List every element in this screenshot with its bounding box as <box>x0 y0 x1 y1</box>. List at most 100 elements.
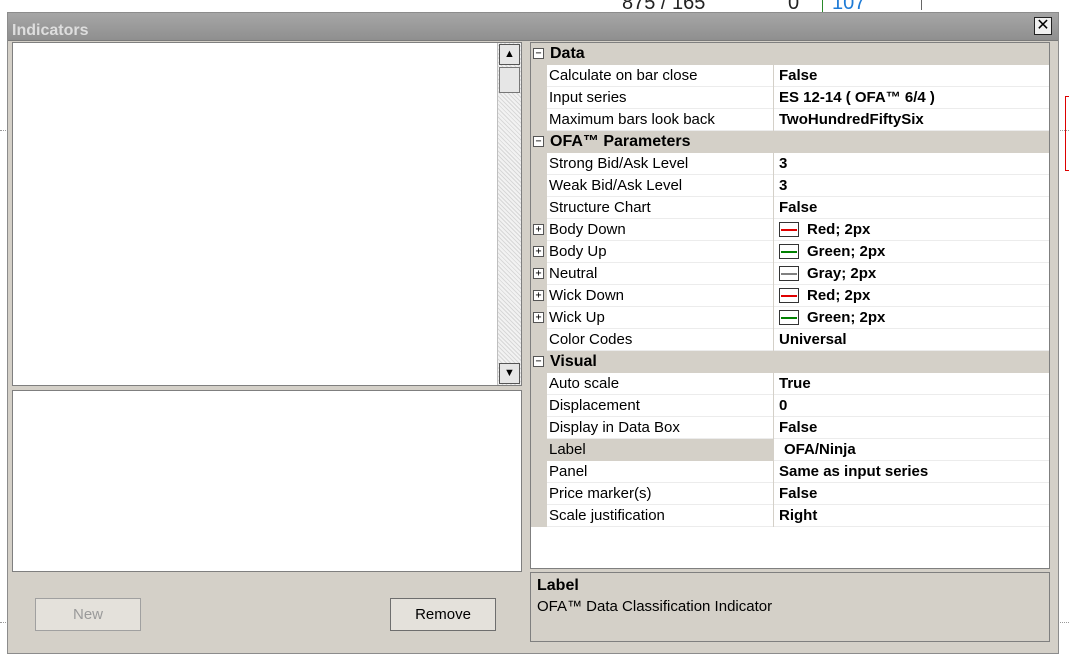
property-value-text: Same as input series <box>779 463 929 480</box>
color-swatch-icon <box>779 244 799 259</box>
category-row[interactable]: − OFA™ Parameters <box>531 131 1049 153</box>
property-row[interactable]: Price marker(s) False <box>531 483 1049 505</box>
property-value-text: False <box>779 67 818 84</box>
collapse-icon[interactable]: − <box>533 48 544 59</box>
property-value[interactable]: False <box>775 197 1049 219</box>
property-value-text: False <box>779 419 818 436</box>
property-value-text: Green; 2px <box>807 243 886 260</box>
property-row[interactable]: Input series ES 12-14 ( OFA™ 6/4 ) <box>531 87 1049 109</box>
property-row[interactable]: Structure Chart False <box>531 197 1049 219</box>
property-row[interactable]: Weak Bid/Ask Level 3 <box>531 175 1049 197</box>
row-gutter <box>531 153 547 175</box>
indicator-list-scrollbar[interactable]: ▲ ▼ <box>497 43 521 385</box>
property-row[interactable]: + Body Up Green; 2px <box>531 241 1049 263</box>
property-value[interactable]: 3 <box>775 153 1049 175</box>
close-button[interactable]: ✕ <box>1034 17 1052 35</box>
property-value[interactable]: ES 12-14 ( OFA™ 6/4 ) <box>775 87 1049 109</box>
property-name: Label <box>547 439 774 461</box>
property-value-text: TwoHundredFiftySix <box>779 111 924 128</box>
row-gutter <box>531 109 547 131</box>
expand-icon[interactable]: + <box>533 224 544 235</box>
property-value[interactable]: Right <box>775 505 1049 527</box>
property-value[interactable]: OFA/Ninja <box>775 439 1049 461</box>
property-row[interactable]: + Wick Up Green; 2px <box>531 307 1049 329</box>
row-gutter <box>531 483 547 505</box>
property-row[interactable]: Scale justification Right <box>531 505 1049 527</box>
property-value-text: False <box>779 199 818 216</box>
dialog-title: Indicators <box>12 22 89 39</box>
property-value[interactable]: True <box>775 373 1049 395</box>
property-value-text: False <box>779 485 818 502</box>
row-gutter <box>531 329 547 351</box>
remove-button[interactable]: Remove <box>390 598 496 631</box>
property-value[interactable]: 3 <box>775 175 1049 197</box>
property-value-text: Green; 2px <box>807 309 886 326</box>
arrow-up-icon: ▲ <box>504 48 515 60</box>
description-text: OFA™ Data Classification Indicator <box>537 598 773 615</box>
new-button[interactable]: New <box>35 598 141 631</box>
property-value[interactable]: 0 <box>775 395 1049 417</box>
category-row[interactable]: − Data <box>531 43 1049 65</box>
description-title: Label <box>537 577 579 594</box>
property-value[interactable]: Green; 2px <box>775 241 1049 263</box>
expand-icon[interactable]: + <box>533 246 544 257</box>
row-gutter <box>531 461 547 483</box>
property-value[interactable]: Gray; 2px <box>775 263 1049 285</box>
property-row[interactable]: Panel Same as input series <box>531 461 1049 483</box>
category-row[interactable]: − Visual <box>531 351 1049 373</box>
row-gutter <box>531 175 547 197</box>
property-value[interactable]: False <box>775 483 1049 505</box>
indicators-dialog: Indicators ✕ ▲ ▼ New Remove − Data Calcula… <box>7 12 1059 654</box>
property-value[interactable]: Universal <box>775 329 1049 351</box>
property-name: Structure Chart <box>547 197 774 219</box>
property-name: Price marker(s) <box>547 483 774 505</box>
expand-icon[interactable]: + <box>533 268 544 279</box>
expand-icon[interactable]: + <box>533 290 544 301</box>
property-name: Displacement <box>547 395 774 417</box>
row-gutter <box>531 505 547 527</box>
dialog-titlebar[interactable]: Indicators ✕ <box>8 13 1058 41</box>
property-name: Auto scale <box>547 373 774 395</box>
property-value-text: Right <box>779 507 818 524</box>
category-label: OFA™ Parameters <box>550 133 691 150</box>
category-label: Data <box>550 45 585 62</box>
property-row[interactable]: Display in Data Box False <box>531 417 1049 439</box>
property-name: Scale justification <box>547 505 774 527</box>
property-name: Wick Up <box>547 307 774 329</box>
property-name: Body Up <box>547 241 774 263</box>
scroll-up-button[interactable]: ▲ <box>499 44 520 65</box>
property-row[interactable]: + Wick Down Red; 2px <box>531 285 1049 307</box>
property-value[interactable]: Same as input series <box>775 461 1049 483</box>
applied-indicators-list[interactable] <box>12 390 522 572</box>
property-name: Neutral <box>547 263 774 285</box>
property-row[interactable]: Calculate on bar close False <box>531 65 1049 87</box>
property-value[interactable]: Green; 2px <box>775 307 1049 329</box>
expand-icon[interactable]: + <box>533 312 544 323</box>
property-row[interactable]: + Body Down Red; 2px <box>531 219 1049 241</box>
collapse-icon[interactable]: − <box>533 136 544 147</box>
property-row[interactable]: Strong Bid/Ask Level 3 <box>531 153 1049 175</box>
scroll-thumb[interactable] <box>499 67 520 93</box>
property-row[interactable]: Color Codes Universal <box>531 329 1049 351</box>
collapse-icon[interactable]: − <box>533 356 544 367</box>
arrow-down-icon: ▼ <box>504 367 515 379</box>
scroll-down-button[interactable]: ▼ <box>499 363 520 384</box>
close-icon: ✕ <box>1036 17 1050 34</box>
property-name: Input series <box>547 87 774 109</box>
indicator-list[interactable]: ▲ ▼ <box>12 42 522 386</box>
property-row[interactable]: + Neutral Gray; 2px <box>531 263 1049 285</box>
property-value[interactable]: TwoHundredFiftySix <box>775 109 1049 131</box>
property-value[interactable]: Red; 2px <box>775 219 1049 241</box>
property-value-text: ES 12-14 ( OFA™ 6/4 ) <box>779 89 935 106</box>
property-value[interactable]: False <box>775 65 1049 87</box>
property-value[interactable]: False <box>775 417 1049 439</box>
chart-tick <box>822 0 823 12</box>
property-row[interactable]: Auto scale True <box>531 373 1049 395</box>
property-value-text: 3 <box>779 155 788 172</box>
property-grid[interactable]: − Data Calculate on bar close False Input se… <box>530 42 1050 569</box>
property-row[interactable]: Maximum bars look back TwoHundredFiftySix <box>531 109 1049 131</box>
property-row[interactable]: Label OFA/Ninja <box>531 439 1049 461</box>
property-name: Display in Data Box <box>547 417 774 439</box>
property-row[interactable]: Displacement 0 <box>531 395 1049 417</box>
property-value[interactable]: Red; 2px <box>775 285 1049 307</box>
